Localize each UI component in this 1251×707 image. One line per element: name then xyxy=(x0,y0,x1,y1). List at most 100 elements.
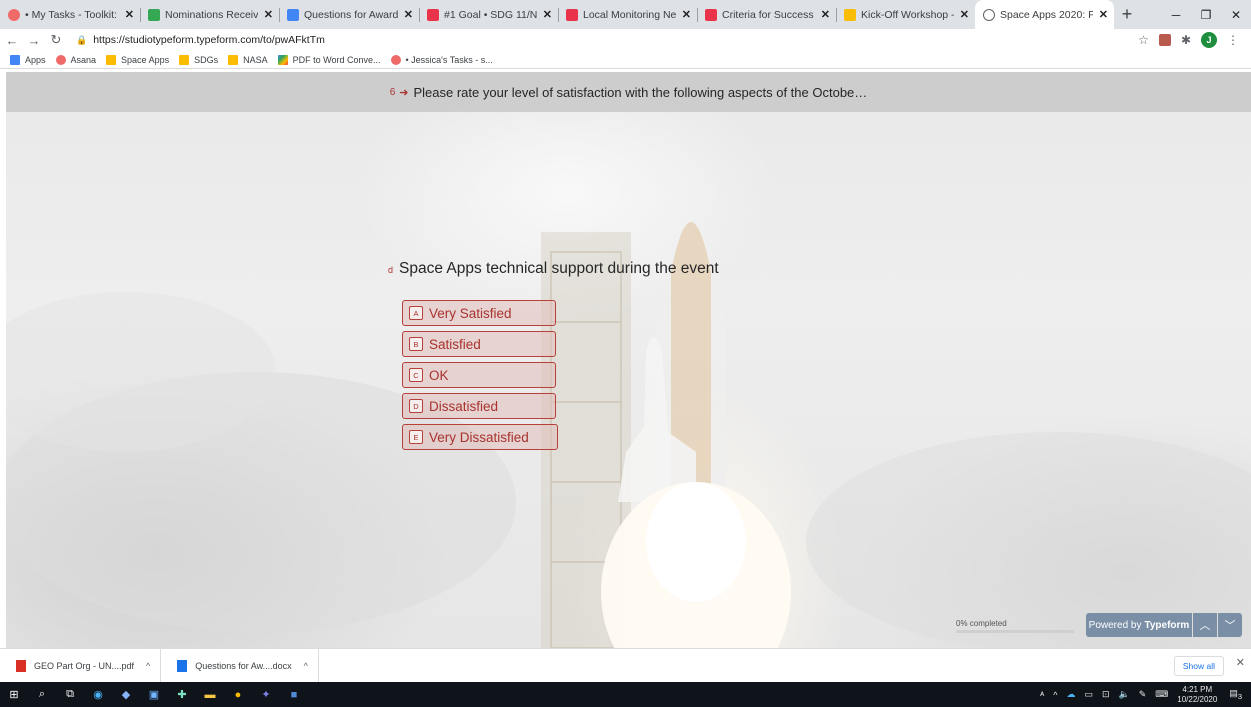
search-icon[interactable]: ⌕ xyxy=(28,682,56,707)
question-header-bar: 6 ➜ Please rate your level of satisfacti… xyxy=(6,72,1251,112)
download-item-pdf[interactable]: GEO Part Org - UN....pdf ^ xyxy=(0,648,162,683)
shuttle-launch-background xyxy=(6,222,1251,648)
typeform-page: 6 ➜ Please rate your level of satisfacti… xyxy=(6,72,1251,648)
powered-by-typeform-link[interactable]: Powered by Typeform xyxy=(1086,613,1192,637)
tab-kickoff[interactable]: Kick-Off Workshop - Octob ✕ xyxy=(836,0,975,29)
bookmark-star-icon[interactable]: ☆ xyxy=(1138,33,1149,47)
choice-key: C xyxy=(409,368,423,382)
choice-very-dissatisfied[interactable]: E Very Dissatisfied xyxy=(402,424,558,450)
close-icon[interactable]: ✕ xyxy=(404,8,413,21)
app-circle-icon[interactable]: ◉ xyxy=(84,682,112,707)
battery-icon[interactable]: ▭ xyxy=(1084,689,1093,700)
teams-icon[interactable]: ✦ xyxy=(252,682,280,707)
close-icon[interactable]: ✕ xyxy=(821,8,830,21)
show-all-downloads-button[interactable]: Show all xyxy=(1173,656,1224,676)
choice-dissatisfied[interactable]: D Dissatisfied xyxy=(402,393,556,419)
folder-icon xyxy=(179,54,190,65)
tab-space-apps[interactable]: Space Apps 2020: Participa ✕ xyxy=(975,0,1114,29)
extensions-puzzle-icon[interactable]: ✱ xyxy=(1181,33,1191,47)
close-icon[interactable]: ✕ xyxy=(1236,656,1245,669)
extension-icon[interactable] xyxy=(1158,34,1171,46)
chevron-up-icon[interactable]: ^ xyxy=(1053,690,1057,700)
network-icon[interactable]: ⊡ xyxy=(1102,689,1110,700)
chevron-up-icon[interactable]: ^ xyxy=(304,661,308,671)
notification-center-icon[interactable]: ▤3 xyxy=(1229,688,1242,701)
tab-local-monitoring[interactable]: Local Monitoring Needs & ✕ xyxy=(558,0,697,29)
app-icon[interactable]: ◆ xyxy=(112,682,140,707)
choice-label: Very Satisfied xyxy=(429,305,512,321)
profile-avatar[interactable]: J xyxy=(1201,32,1217,48)
choice-ok[interactable]: C OK xyxy=(402,362,556,388)
powered-by-text: Powered by xyxy=(1088,619,1142,631)
reload-icon[interactable]: ↻ xyxy=(46,30,66,50)
tab-title: • My Tasks - Toolkit: Assem xyxy=(25,8,119,21)
bookmark-nasa[interactable]: NASA xyxy=(228,54,268,65)
keyboard-icon[interactable]: ⌨ xyxy=(1155,689,1168,700)
bookmark-space-apps[interactable]: Space Apps xyxy=(106,54,169,65)
close-icon[interactable]: ✕ xyxy=(543,8,552,21)
choice-key: A xyxy=(409,306,423,320)
choice-very-satisfied[interactable]: A Very Satisfied xyxy=(402,300,556,326)
app-icon xyxy=(427,8,439,21)
app-icon[interactable]: ✚ xyxy=(168,682,196,707)
tab-my-tasks[interactable]: • My Tasks - Toolkit: Assem ✕ xyxy=(0,0,140,29)
tab-title: Space Apps 2020: Participa xyxy=(1000,8,1093,21)
tab-questions[interactable]: Questions for Awardees - G ✕ xyxy=(279,0,419,29)
restore-icon[interactable]: ❐ xyxy=(1191,0,1221,29)
people-icon[interactable]: ᴬ xyxy=(1040,690,1044,700)
close-icon[interactable]: ✕ xyxy=(125,8,134,21)
clock-time: 4:21 PM xyxy=(1182,684,1213,694)
chevron-up-icon[interactable]: ^ xyxy=(146,661,150,671)
close-window-icon[interactable]: ✕ xyxy=(1221,0,1251,29)
pen-icon[interactable]: ✎ xyxy=(1139,689,1147,700)
drive-icon xyxy=(844,8,856,21)
folder-icon xyxy=(228,54,239,65)
onedrive-icon[interactable]: ☁ xyxy=(1066,689,1075,700)
word-icon[interactable]: ■ xyxy=(280,682,308,707)
choice-label: Satisfied xyxy=(429,336,481,352)
file-explorer-icon[interactable]: ▬ xyxy=(196,682,224,707)
choice-label: OK xyxy=(429,367,449,383)
close-icon[interactable]: ✕ xyxy=(682,8,691,21)
windows-taskbar: ⊞ ⌕ ⧉ ◉ ◆ ▣ ✚ ▬ ● ✦ ■ ᴬ ^ ☁ ▭ ⊡ 🔈 ✎ ⌨ 4:… xyxy=(0,682,1251,707)
bookmark-sdgs[interactable]: SDGs xyxy=(179,54,218,65)
menu-icon[interactable]: ⋮ xyxy=(1227,33,1239,47)
volume-icon[interactable]: 🔈 xyxy=(1119,689,1130,700)
bookmark-pdf-to-word[interactable]: PDF to Word Conve... xyxy=(277,54,381,65)
window-controls: ─ ❐ ✕ xyxy=(1161,0,1251,29)
minimize-icon[interactable]: ─ xyxy=(1161,0,1191,29)
back-icon[interactable]: ← xyxy=(2,30,22,50)
download-item-docx[interactable]: Questions for Aw....docx ^ xyxy=(161,648,319,683)
forward-icon[interactable]: → xyxy=(24,30,44,50)
chrome-icon[interactable]: ● xyxy=(224,682,252,707)
next-question-button[interactable]: ﹀ xyxy=(1218,613,1242,637)
bookmark-jessicas-tasks[interactable]: • Jessica's Tasks - s... xyxy=(390,54,493,65)
forms-icon xyxy=(287,8,299,21)
clock[interactable]: 4:21 PM 10/22/2020 xyxy=(1177,685,1217,705)
tab-title: Questions for Awardees - G xyxy=(304,8,398,21)
bookmark-label: Asana xyxy=(70,54,97,65)
close-icon[interactable]: ✕ xyxy=(264,8,273,21)
close-icon[interactable]: ✕ xyxy=(960,8,969,21)
choice-label: Very Dissatisfied xyxy=(429,429,529,445)
folder-icon xyxy=(106,54,117,65)
close-icon[interactable]: ✕ xyxy=(1099,8,1108,21)
tab-goal[interactable]: #1 Goal • SDG 11/NUA Too ✕ xyxy=(419,0,558,29)
tab-criteria[interactable]: Criteria for Success • SDG 1 ✕ xyxy=(697,0,836,29)
choice-satisfied[interactable]: B Satisfied xyxy=(402,331,556,357)
choice-key: B xyxy=(409,337,423,351)
app-icon[interactable]: ▣ xyxy=(140,682,168,707)
bookmark-apps[interactable]: Apps xyxy=(10,54,46,65)
sub-question-letter: d xyxy=(388,265,394,275)
windows-start-icon[interactable]: ⊞ xyxy=(0,682,28,707)
tab-title: Local Monitoring Needs & xyxy=(583,8,676,21)
address-bar[interactable]: 🔒 https://studiotypeform.typeform.com/to… xyxy=(76,30,1138,50)
previous-question-button[interactable]: ︿ xyxy=(1193,613,1217,637)
tab-nominations[interactable]: Nominations Received - Go ✕ xyxy=(140,0,279,29)
task-view-icon[interactable]: ⧉ xyxy=(56,682,84,707)
new-tab-button[interactable]: + xyxy=(1114,0,1140,29)
choice-label: Dissatisfied xyxy=(429,398,499,414)
tab-title: Nominations Received - Go xyxy=(165,8,258,21)
browser-toolbar: ← → ↻ 🔒 https://studiotypeform.typeform.… xyxy=(0,29,1251,51)
bookmark-asana[interactable]: Asana xyxy=(55,54,97,65)
